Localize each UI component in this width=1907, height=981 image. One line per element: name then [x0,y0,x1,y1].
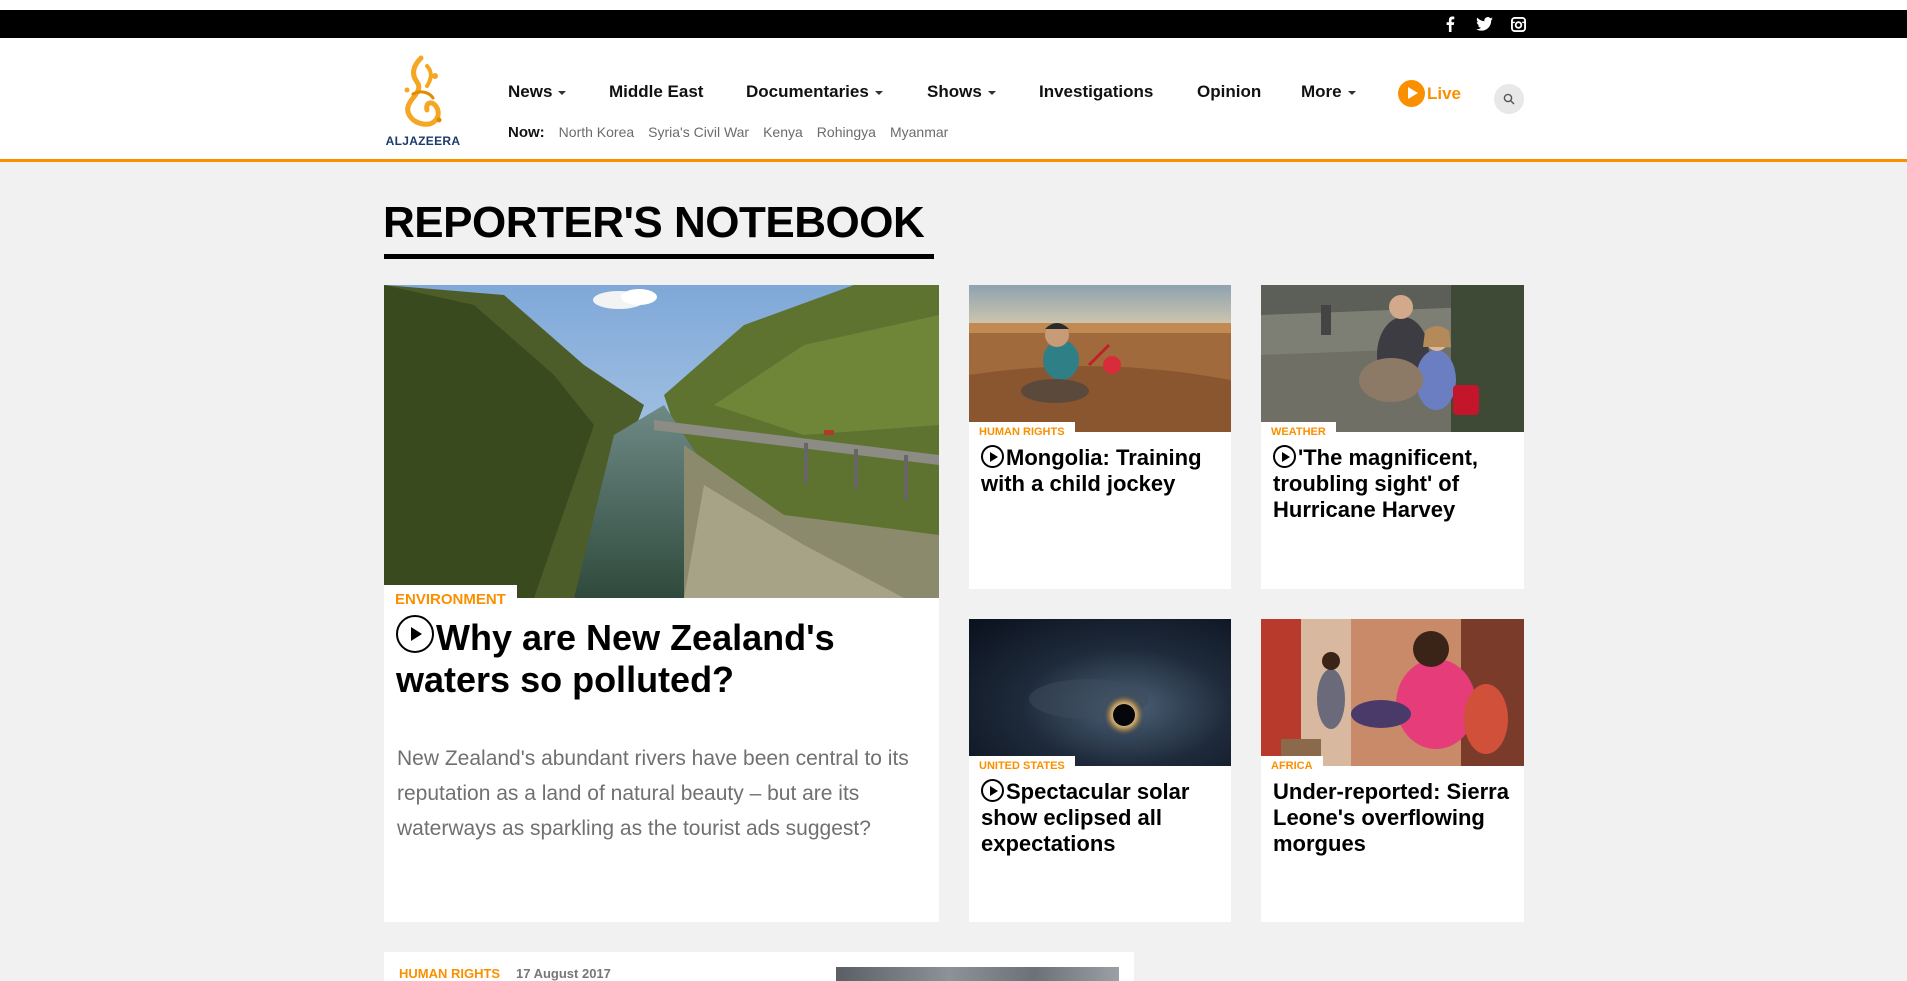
chevron-down-icon [1347,90,1356,95]
article-date: 17 August 2017 [516,966,611,981]
trending-link[interactable]: Syria's Civil War [648,124,749,140]
article-headline-text: 'The magnificent, troubling sight' of Hu… [1273,445,1479,522]
live-button[interactable]: Live [1398,80,1461,107]
now-label: Now: [508,124,545,141]
site-header: ALJAZEERA News Middle East Documentaries… [0,38,1907,162]
article-headline-text: Mongolia: Training with a child jockey [981,445,1202,496]
title-underline [384,254,934,259]
play-icon [981,445,1004,468]
featured-headline-text: Why are New Zealand's waters so polluted… [396,617,835,700]
article-card[interactable]: HUMAN RIGHTS Mongolia: Training with a c… [969,285,1231,589]
nav-shows-label: Shows [927,82,982,101]
category-label[interactable]: HUMAN RIGHTS [969,422,1075,438]
article-image[interactable] [836,967,1119,981]
article-image[interactable] [969,619,1231,766]
category-label[interactable]: WEATHER [1261,422,1336,438]
article-card[interactable]: WEATHER 'The magnificent, troubling sigh… [1261,285,1524,589]
category-label[interactable]: AFRICA [1261,756,1323,772]
article-teaser[interactable]: HUMAN RIGHTS 17 August 2017 [384,952,1134,981]
play-icon [1273,445,1296,468]
play-icon [396,615,434,653]
search-button[interactable] [1494,84,1524,114]
live-label: Live [1427,83,1462,103]
chevron-down-icon [558,90,567,95]
nav-shows[interactable]: Shows [927,82,996,102]
nav-middle-east-label: Middle East [609,82,704,101]
nav-news-label: News [508,82,553,101]
social-bar [0,10,1907,38]
aljazeera-logo-icon [404,55,442,127]
featured-summary: New Zealand's abundant rivers have been … [397,747,909,840]
nav-news[interactable]: News [508,82,567,102]
page-title: REPORTER'S NOTEBOOK [383,198,925,247]
article-image[interactable] [1261,285,1524,432]
article-headline[interactable]: Under-reported: Sierra Leone's overflowi… [1273,779,1515,857]
trending-link[interactable]: North Korea [559,124,634,140]
article-headline[interactable]: Spectacular solar show eclipsed all expe… [981,779,1223,857]
facebook-icon[interactable] [1438,10,1462,38]
trending-link[interactable]: Kenya [763,124,803,140]
play-icon [1398,80,1425,107]
nav-opinion-label: Opinion [1197,82,1262,101]
article-image[interactable] [1261,619,1524,766]
trending-link[interactable]: Rohingya [817,124,876,140]
instagram-icon[interactable] [1506,10,1530,38]
article-card[interactable]: AFRICA Under-reported: Sierra Leone's ov… [1261,619,1524,922]
article-headline-text: Spectacular solar show eclipsed all expe… [981,779,1190,856]
nav-documentaries-label: Documentaries [746,82,869,101]
nav-middle-east[interactable]: Middle East [609,82,703,102]
top-strip [0,0,1907,10]
nav-more-label: More [1301,82,1342,101]
nav-documentaries[interactable]: Documentaries [746,82,883,102]
nav-opinion[interactable]: Opinion [1197,82,1261,102]
featured-headline[interactable]: Why are New Zealand's waters so polluted… [396,615,916,701]
site-logo[interactable]: ALJAZEERA [383,52,463,148]
category-label[interactable]: UNITED STATES [969,756,1075,772]
nav-more[interactable]: More [1301,82,1356,102]
chevron-down-icon [987,90,996,95]
article-headline[interactable]: 'The magnificent, troubling sight' of Hu… [1273,445,1515,523]
article-headline[interactable]: Mongolia: Training with a child jockey [981,445,1221,497]
category-label[interactable]: HUMAN RIGHTS [399,966,500,981]
trending-bar: Now: North Korea Syria's Civil War Kenya… [508,124,962,141]
nav-investigations-label: Investigations [1039,82,1154,101]
chevron-down-icon [874,90,883,95]
play-icon [981,779,1004,802]
category-label[interactable]: ENVIRONMENT [384,585,517,608]
article-image[interactable] [969,285,1231,432]
article-card[interactable]: UNITED STATES Spectacular solar show ecl… [969,619,1231,922]
trending-link[interactable]: Myanmar [890,124,948,140]
search-icon [1503,93,1515,105]
nav-investigations[interactable]: Investigations [1039,82,1153,102]
featured-image[interactable] [384,285,939,598]
twitter-icon[interactable] [1472,10,1496,38]
logo-text: ALJAZEERA [385,134,461,148]
featured-article-card[interactable]: ENVIRONMENT Why are New Zealand's waters… [384,285,939,922]
